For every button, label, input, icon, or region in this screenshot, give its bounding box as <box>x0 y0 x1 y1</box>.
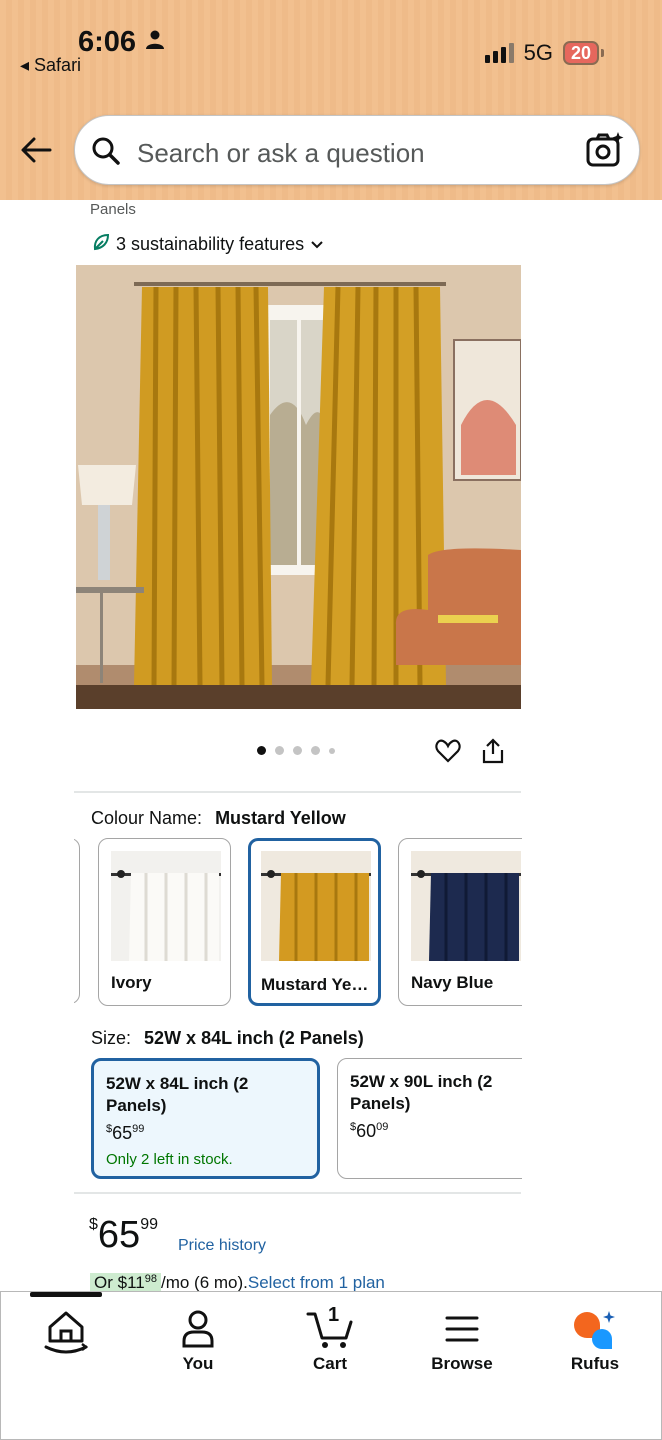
selected-size: 52W x 84L inch (2 Panels) <box>144 1028 364 1048</box>
size-option-price: $6009 <box>350 1121 389 1141</box>
nav-rufus[interactable]: Rufus <box>545 1306 645 1374</box>
swatch-image <box>411 851 521 961</box>
signal-icon <box>484 43 514 63</box>
size-label: Size: <box>91 1028 132 1048</box>
swatch-label: Navy Blue <box>411 973 494 992</box>
previous-swatch-edge[interactable] <box>74 838 80 1004</box>
colour-swatch-mustard-yellow[interactable]: Mustard Yellow <box>248 838 381 1006</box>
nav-label: Cart <box>312 1354 347 1373</box>
stock-status: Only 2 left in stock. <box>106 1151 233 1168</box>
cart-icon: 1 <box>280 1304 380 1352</box>
breadcrumb: Panels <box>90 201 136 218</box>
colour-label: Colour Name: <box>91 808 203 828</box>
divider <box>74 791 521 793</box>
selected-colour: Mustard Yellow <box>215 808 346 828</box>
nav-cart[interactable]: 1 Cart <box>280 1304 380 1374</box>
carousel-dot[interactable] <box>257 746 266 755</box>
image-carousel-dots[interactable] <box>257 746 335 755</box>
menu-icon <box>412 1306 512 1352</box>
installment-term: /mo (6 mo). <box>160 1273 248 1292</box>
search-bar[interactable]: Search or ask a question <box>74 115 640 185</box>
home-icon <box>16 1306 116 1354</box>
carousel-dot[interactable] <box>311 746 320 755</box>
nav-you[interactable]: You <box>148 1306 248 1374</box>
installment-price: Or $1198 <box>90 1273 161 1292</box>
size-option-price: $6599 <box>106 1123 145 1143</box>
sustainability-features-button[interactable]: 3 sustainability features <box>92 233 324 256</box>
cart-count: 1 <box>328 1304 340 1326</box>
chevron-down-icon <box>310 234 324 255</box>
battery-level: 20 <box>562 41 599 65</box>
swatch-image <box>261 851 371 961</box>
top-header: 6:06 ◂ Safari 5G 20 Search or ask a ques… <box>0 0 662 200</box>
divider <box>74 1192 521 1194</box>
camera-search-icon[interactable] <box>585 130 625 175</box>
carousel-dot[interactable] <box>275 746 284 755</box>
sustainability-label: 3 sustainability features <box>116 234 305 254</box>
active-tab-indicator <box>30 1292 102 1297</box>
size-option-52x84[interactable]: 52W x 84L inch (2 Panels) $6599 Only 2 l… <box>91 1058 320 1179</box>
product-image[interactable] <box>76 265 521 709</box>
leaf-icon <box>92 233 110 256</box>
size-option-52x90[interactable]: 52W x 90L inch (2 Panels) $6009 <box>337 1058 522 1179</box>
battery-icon: 20 <box>562 41 604 65</box>
status-time: 6:06 <box>78 26 137 58</box>
select-plan-link[interactable]: Select from 1 plan <box>248 1273 385 1292</box>
nav-label: You <box>182 1354 214 1373</box>
price-history-link[interactable]: Price history <box>178 1237 266 1255</box>
size-option-title: 52W x 84L inch (2 Panels) <box>106 1074 249 1115</box>
nav-label: Browse <box>431 1354 493 1373</box>
status-indicators: 5G 20 <box>484 40 604 66</box>
colour-swatch-list: Ivory Mustard Yellow Navy Blue <box>74 830 522 1015</box>
size-option-list: 52W x 84L inch (2 Panels) $6599 Only 2 l… <box>0 1050 522 1190</box>
back-arrow-icon[interactable] <box>18 132 54 173</box>
size-option-title: 52W x 90L inch (2 Panels) <box>350 1072 493 1113</box>
person-icon <box>148 1306 248 1352</box>
colour-swatch-navy-blue[interactable]: Navy Blue <box>398 838 522 1006</box>
swatch-label: Ivory <box>111 973 152 992</box>
share-icon[interactable] <box>481 738 505 769</box>
network-type: 5G <box>523 40 553 65</box>
colour-swatch-ivory[interactable]: Ivory <box>98 838 231 1006</box>
search-icon <box>91 136 121 171</box>
heart-icon[interactable] <box>435 738 461 769</box>
carousel-dot[interactable] <box>293 746 302 755</box>
swatch-image <box>111 851 221 961</box>
carousel-dot[interactable] <box>329 747 335 754</box>
rufus-icon <box>545 1306 645 1352</box>
nav-home[interactable] <box>16 1306 116 1354</box>
back-to-safari-link[interactable]: ◂ Safari <box>20 55 81 76</box>
price: $6599 <box>89 1214 158 1256</box>
search-input[interactable]: Search or ask a question <box>137 138 425 169</box>
nav-label: Rufus <box>570 1354 620 1373</box>
colour-name-row: Colour Name: Mustard Yellow <box>91 808 346 829</box>
nav-browse[interactable]: Browse <box>412 1306 512 1374</box>
installment-row: Or $1198/mo (6 mo).Select from 1 plan <box>90 1273 385 1293</box>
size-row: Size: 52W x 84L inch (2 Panels) <box>91 1028 364 1049</box>
person-icon <box>146 30 164 55</box>
swatch-label: Mustard Yellow <box>261 975 373 994</box>
